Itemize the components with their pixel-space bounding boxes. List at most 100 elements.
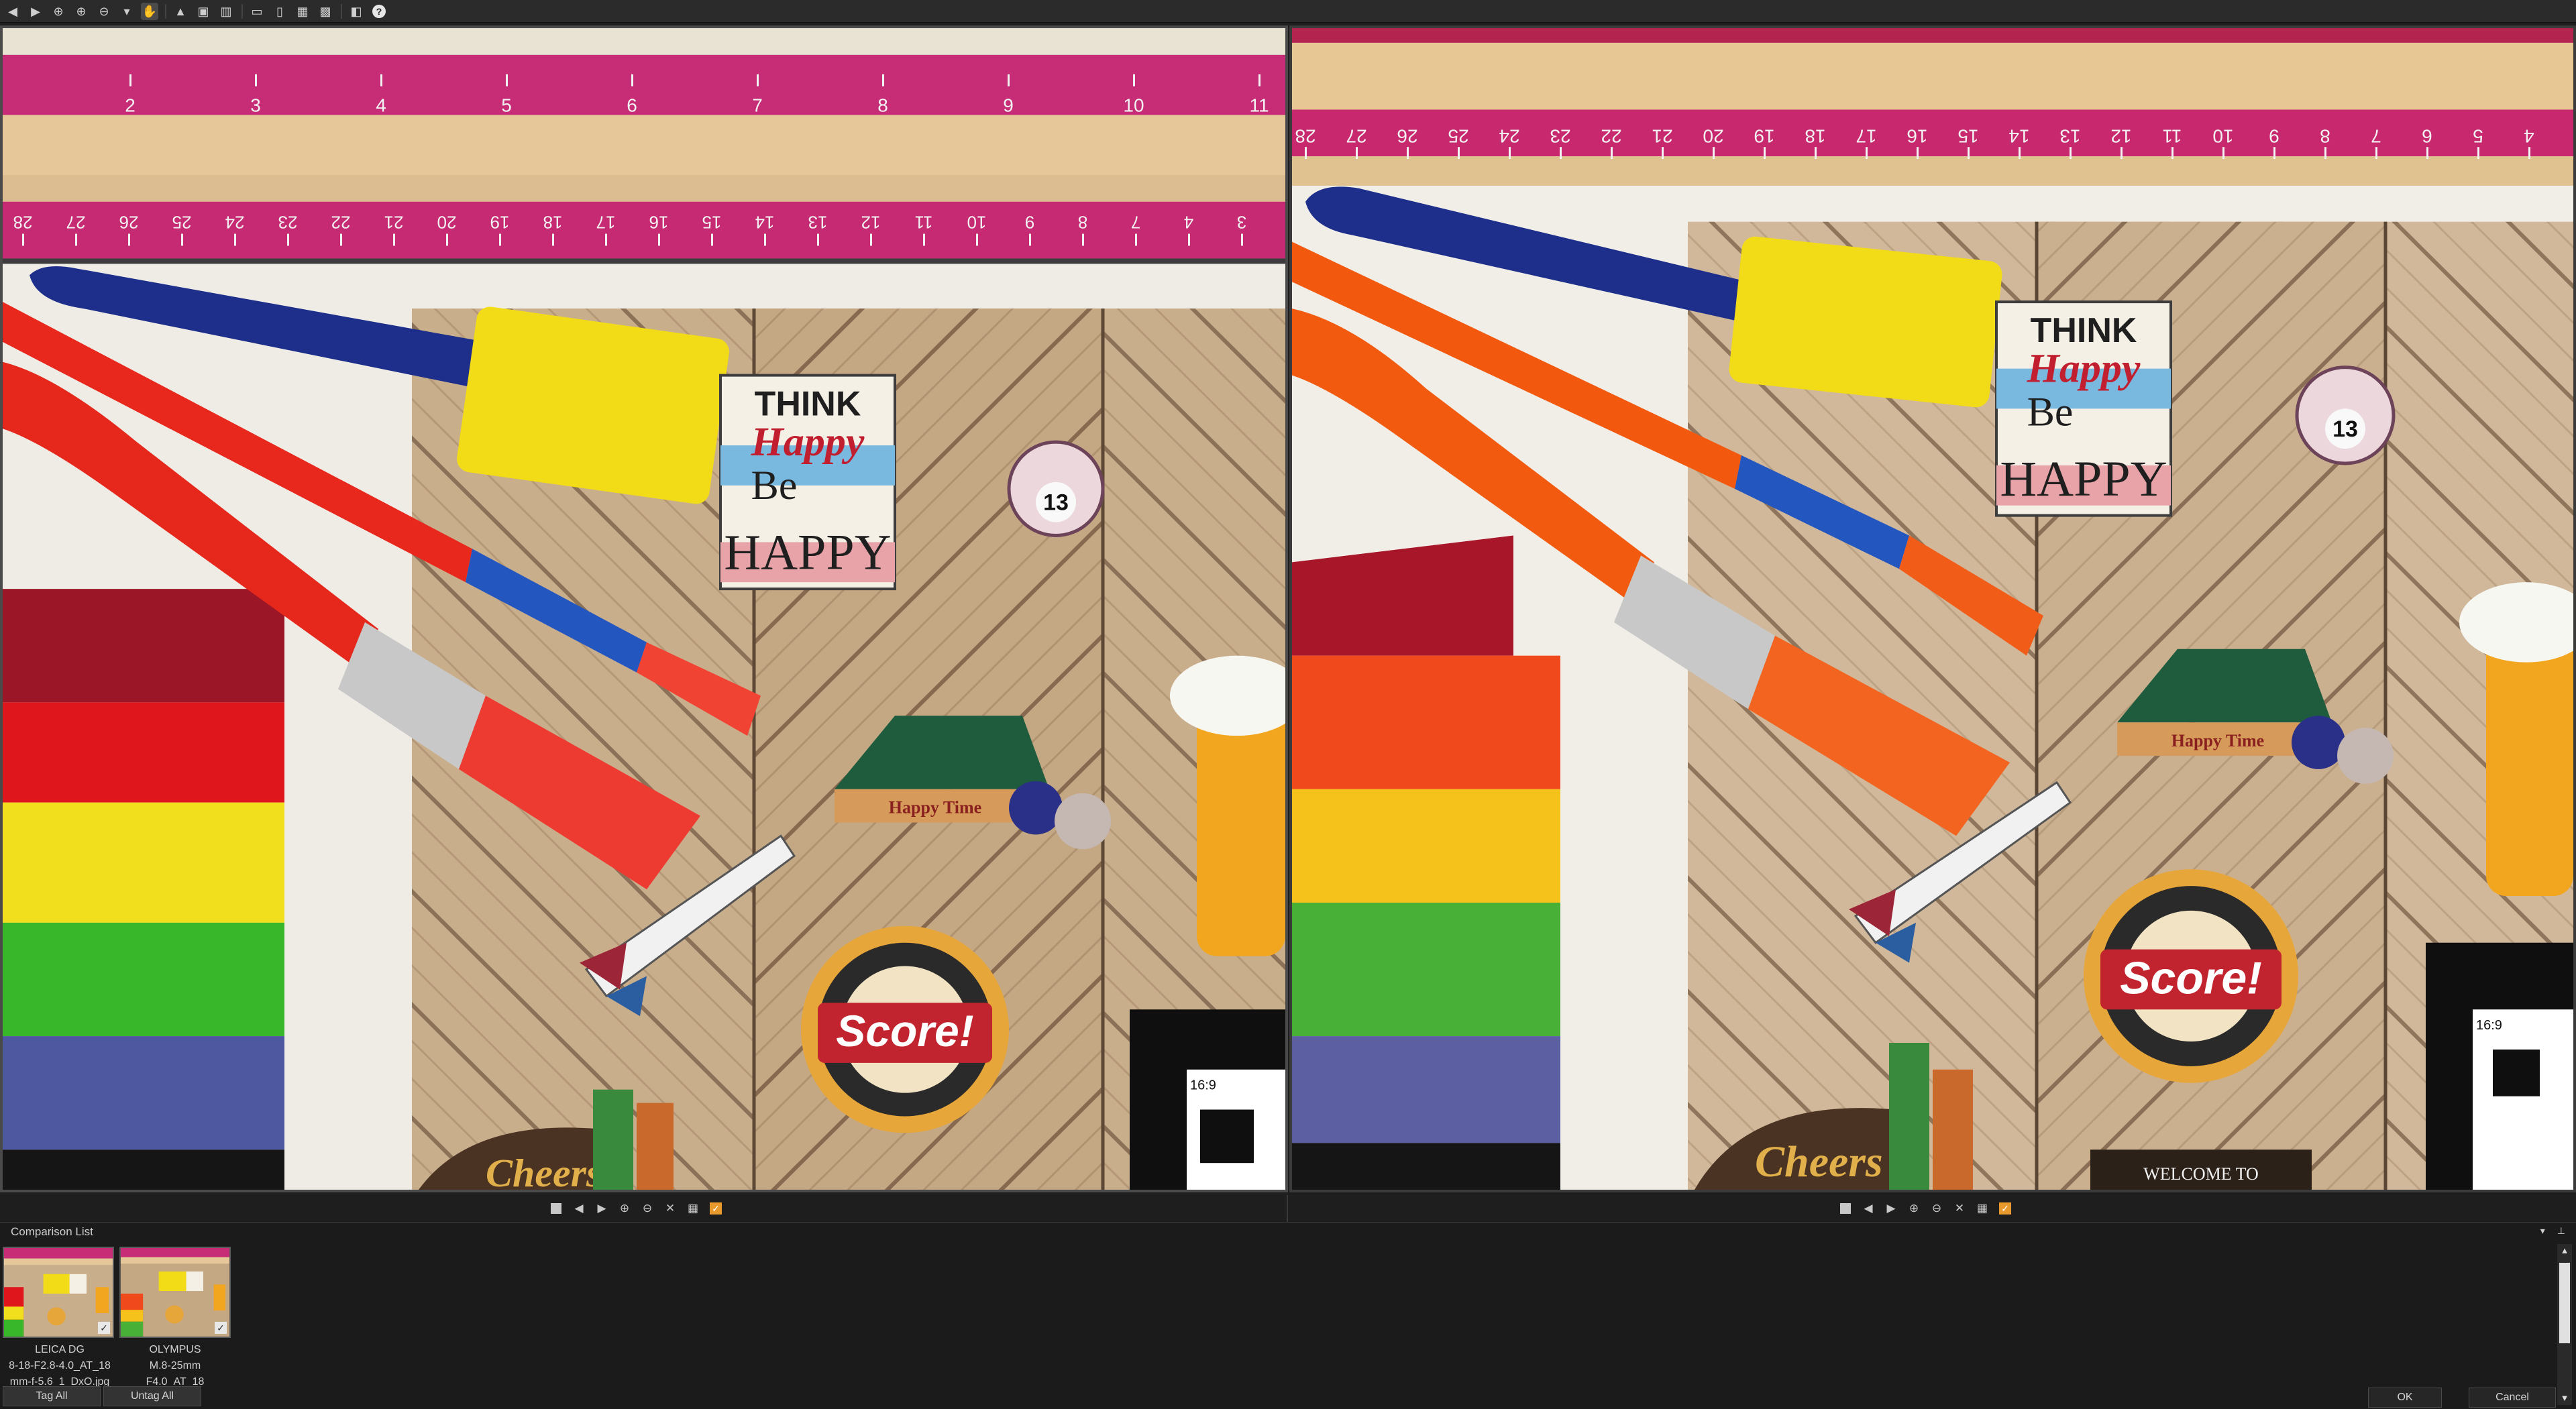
- zoom-in-icon[interactable]: ⊕: [617, 1201, 632, 1216]
- previous-icon[interactable]: ◀: [1861, 1201, 1876, 1216]
- ruler-tick: [2121, 147, 2123, 160]
- tagged-check-icon[interactable]: ✓: [98, 1322, 110, 1334]
- layout-double-icon[interactable]: ▯: [271, 3, 288, 20]
- pin-icon[interactable]: ⊥: [2557, 1225, 2565, 1237]
- ruler-number: 27: [1346, 125, 1366, 146]
- save-icon[interactable]: [549, 1201, 564, 1216]
- layout-quad-icon[interactable]: ▦: [294, 3, 311, 20]
- ruler-tick: [1188, 233, 1190, 246]
- zoom-out-icon[interactable]: ⊖: [1929, 1201, 1944, 1216]
- zoom-in-icon[interactable]: ⊕: [72, 3, 90, 20]
- ruler-tick: [255, 74, 257, 87]
- thumbnail-leica[interactable]: ✓: [3, 1247, 114, 1338]
- ruler-tick: [1662, 147, 1664, 160]
- rratio-text: 16:9: [2476, 1018, 2502, 1033]
- hand-tool-icon[interactable]: ✋: [141, 2, 158, 20]
- ruler-tick: [22, 233, 24, 246]
- zoom-out-icon[interactable]: ⊖: [640, 1201, 655, 1216]
- ruler-number: 4: [376, 95, 386, 115]
- scroll-down-icon[interactable]: ▼: [2557, 1392, 2572, 1405]
- zoom-fit-icon[interactable]: ⊕: [50, 3, 67, 20]
- zoom-in-icon[interactable]: ⊕: [1907, 1201, 1921, 1216]
- ruler-number: 10: [967, 213, 987, 231]
- thumbnail-olympus[interactable]: ✓: [119, 1247, 231, 1338]
- ruler-number: 23: [278, 213, 298, 231]
- compare-icon[interactable]: ◧: [347, 3, 365, 20]
- ruler-number: 26: [119, 213, 139, 231]
- ruler-tick: [711, 233, 713, 246]
- ruler-number: 24: [1499, 125, 1519, 146]
- ruler-tick: [2375, 147, 2377, 160]
- lsign3-text: HAPPY: [724, 524, 891, 580]
- ruler-number: 11: [1249, 95, 1269, 115]
- ruler-tick: [499, 233, 501, 246]
- layout-grid-icon[interactable]: ▩: [317, 3, 334, 20]
- crop-icon[interactable]: ▣: [195, 3, 212, 20]
- tagged-check-icon[interactable]: ✓: [215, 1322, 227, 1334]
- panel-menu-icon[interactable]: ▾: [2540, 1225, 2545, 1237]
- ruler-tick: [2019, 147, 2021, 160]
- ruler-tick: [446, 233, 448, 246]
- scroll-up-icon[interactable]: ▲: [2557, 1244, 2572, 1257]
- ruler-number: 19: [1754, 125, 1774, 146]
- layout-single-icon[interactable]: ▭: [248, 3, 266, 20]
- ruler-tick: [870, 233, 872, 246]
- back-icon[interactable]: ◀: [4, 3, 21, 20]
- close-icon[interactable]: ✕: [1952, 1201, 1967, 1216]
- ruler-tick: [1509, 147, 1511, 160]
- ruler-tick: [128, 233, 130, 246]
- close-icon[interactable]: ✕: [663, 1201, 678, 1216]
- save-icon[interactable]: [1838, 1201, 1853, 1216]
- panel-scrollbar[interactable]: ▲ ▼: [2557, 1244, 2572, 1405]
- ruler-number: 15: [1957, 125, 1978, 146]
- ruler-number: 23: [1550, 125, 1570, 146]
- histogram-icon[interactable]: ▥: [217, 3, 235, 20]
- ruler-tick: [1407, 147, 1409, 160]
- think-happy-sign: THINK Happy Be HAPPY: [719, 374, 896, 591]
- ruler-number: 13: [808, 213, 828, 231]
- viewer-divider: [1287, 1195, 1288, 1222]
- previous-icon[interactable]: ◀: [572, 1201, 586, 1216]
- tag-icon[interactable]: ✓: [1998, 1201, 2012, 1216]
- right-image-viewer[interactable]: 28 27 26 25 24 23 22 21 20 19 18 17 16 15 14 13 12 11 10 9 8…: [1289, 25, 2576, 1192]
- ruler-number: 14: [2008, 125, 2029, 146]
- next-icon[interactable]: ▶: [594, 1201, 609, 1216]
- grid-icon[interactable]: ▦: [1975, 1201, 1990, 1216]
- lsign0-text: THINK: [755, 384, 861, 422]
- ruler-number: 20: [1703, 125, 1723, 146]
- rsign3-text: HAPPY: [2000, 451, 2167, 507]
- ruler-number: 17: [1856, 125, 1876, 146]
- ruler-tick: [2222, 147, 2224, 160]
- cancel-button[interactable]: Cancel: [2469, 1388, 2556, 1408]
- tag-icon[interactable]: ✓: [708, 1201, 723, 1216]
- left-image-viewer[interactable]: 2 3 4 5 6 7 8 9 10 11 28 27 26 25 24 23 22 21 20 19 18 17 16 1…: [0, 25, 1288, 1192]
- ruler-tick: [1968, 147, 1970, 160]
- ruler-tick: [2477, 147, 2479, 160]
- ruler-number: 10: [1123, 95, 1144, 115]
- zoom-dropdown-icon[interactable]: ▾: [118, 3, 136, 20]
- ruler-number: 19: [490, 213, 510, 231]
- warning-icon[interactable]: ▲: [172, 3, 189, 20]
- main-toolbar: ◀ ▶ ⊕ ⊕ ⊖ ▾ ✋ ▲ ▣ ▥ ▭ ▯ ▦ ▩ ◧?: [0, 0, 2576, 23]
- ruler-number: 9: [1025, 213, 1034, 231]
- ruler-tick: [393, 233, 395, 246]
- scroll-thumb[interactable]: [2559, 1263, 2570, 1343]
- ok-button[interactable]: OK: [2368, 1388, 2442, 1408]
- next-icon[interactable]: ▶: [1884, 1201, 1898, 1216]
- ruler-tick: [923, 233, 925, 246]
- ruler-number: 6: [627, 95, 637, 115]
- ruler-number: 8: [2320, 125, 2330, 146]
- tag-all-button[interactable]: Tag All: [3, 1386, 101, 1406]
- ruler-number: 12: [2110, 125, 2131, 146]
- zoom-out-icon[interactable]: ⊖: [95, 3, 113, 20]
- ruler-tick: [882, 74, 884, 87]
- rball-text: 13: [2332, 416, 2358, 442]
- help-icon[interactable]: ?: [370, 3, 388, 20]
- ruler-tick: [1135, 233, 1137, 246]
- ruler-number: 9: [2269, 125, 2279, 146]
- grid-icon[interactable]: ▦: [686, 1201, 700, 1216]
- forward-icon[interactable]: ▶: [27, 3, 44, 20]
- left-photo: 2 3 4 5 6 7 8 9 10 11 28 27 26 25 24 23 22 21 20 19 18 17 16 1…: [3, 28, 1285, 1190]
- untag-all-button[interactable]: Untag All: [103, 1386, 201, 1406]
- panel-controls: ▾ ⊥: [2540, 1225, 2565, 1237]
